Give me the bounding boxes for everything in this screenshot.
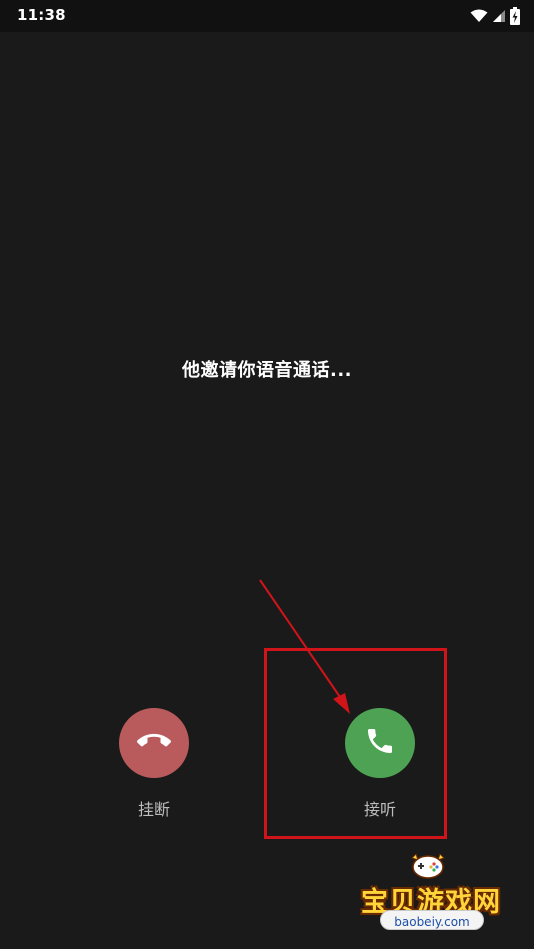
watermark-url: baobeiy.com <box>394 915 470 929</box>
watermark: 宝贝游戏网 baobeiy.com <box>356 852 506 932</box>
invite-text: 他邀请你语音通话... <box>181 360 352 381</box>
status-time: 11:38 <box>17 6 66 24</box>
signal-icon <box>492 9 506 23</box>
annotation-highlight-box <box>264 648 447 839</box>
hangup-label: 挂断 <box>137 800 170 819</box>
watermark-url-badge: baobeiy.com <box>380 910 484 930</box>
gamepad-mascot-icon <box>411 853 445 879</box>
battery-charging-icon <box>510 7 520 25</box>
incoming-call-screen: 11:38 他邀请你语音通话... 挂断 接听 宝贝游戏网 baobeiy.co… <box>0 0 534 949</box>
status-bar: 11:38 <box>0 0 534 32</box>
wifi-icon <box>470 9 488 23</box>
hangup-button[interactable] <box>119 708 189 778</box>
phone-hangup-icon <box>136 724 171 762</box>
status-icons <box>470 6 520 26</box>
